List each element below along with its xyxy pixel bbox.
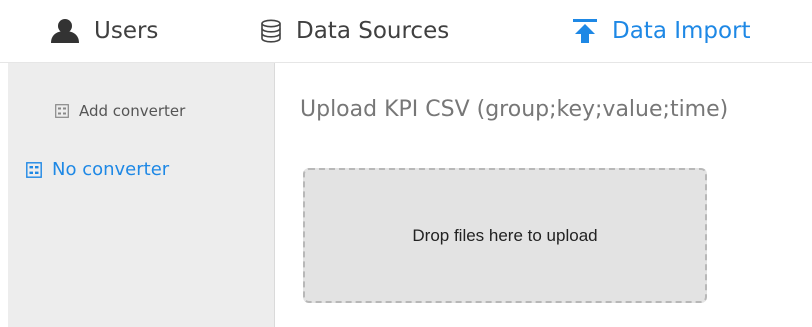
dropzone-label: Drop files here to upload xyxy=(412,225,598,245)
converter-icon xyxy=(26,161,42,178)
tab-data-import[interactable]: Data Import xyxy=(572,0,751,62)
add-converter-label: Add converter xyxy=(79,102,186,120)
file-dropzone[interactable]: Drop files here to upload xyxy=(303,168,707,303)
user-icon xyxy=(50,18,80,44)
tab-data-sources[interactable]: Data Sources xyxy=(260,0,449,62)
database-icon xyxy=(260,19,282,43)
add-converter-button[interactable]: Add converter xyxy=(55,102,185,120)
tab-data-sources-label: Data Sources xyxy=(296,18,450,44)
converter-icon xyxy=(55,104,69,118)
sidebar-item-label: No converter xyxy=(52,159,170,180)
sidebar-item-no-converter[interactable]: No converter xyxy=(26,159,169,180)
top-navigation: Users Data Sources Data Import xyxy=(0,0,812,63)
tab-data-import-label: Data Import xyxy=(612,18,751,44)
tab-users-label: Users xyxy=(94,18,159,44)
page-title: Upload KPI CSV (group;key;value;time) xyxy=(300,97,729,122)
upload-icon xyxy=(572,18,598,44)
tab-users[interactable]: Users xyxy=(50,0,158,62)
